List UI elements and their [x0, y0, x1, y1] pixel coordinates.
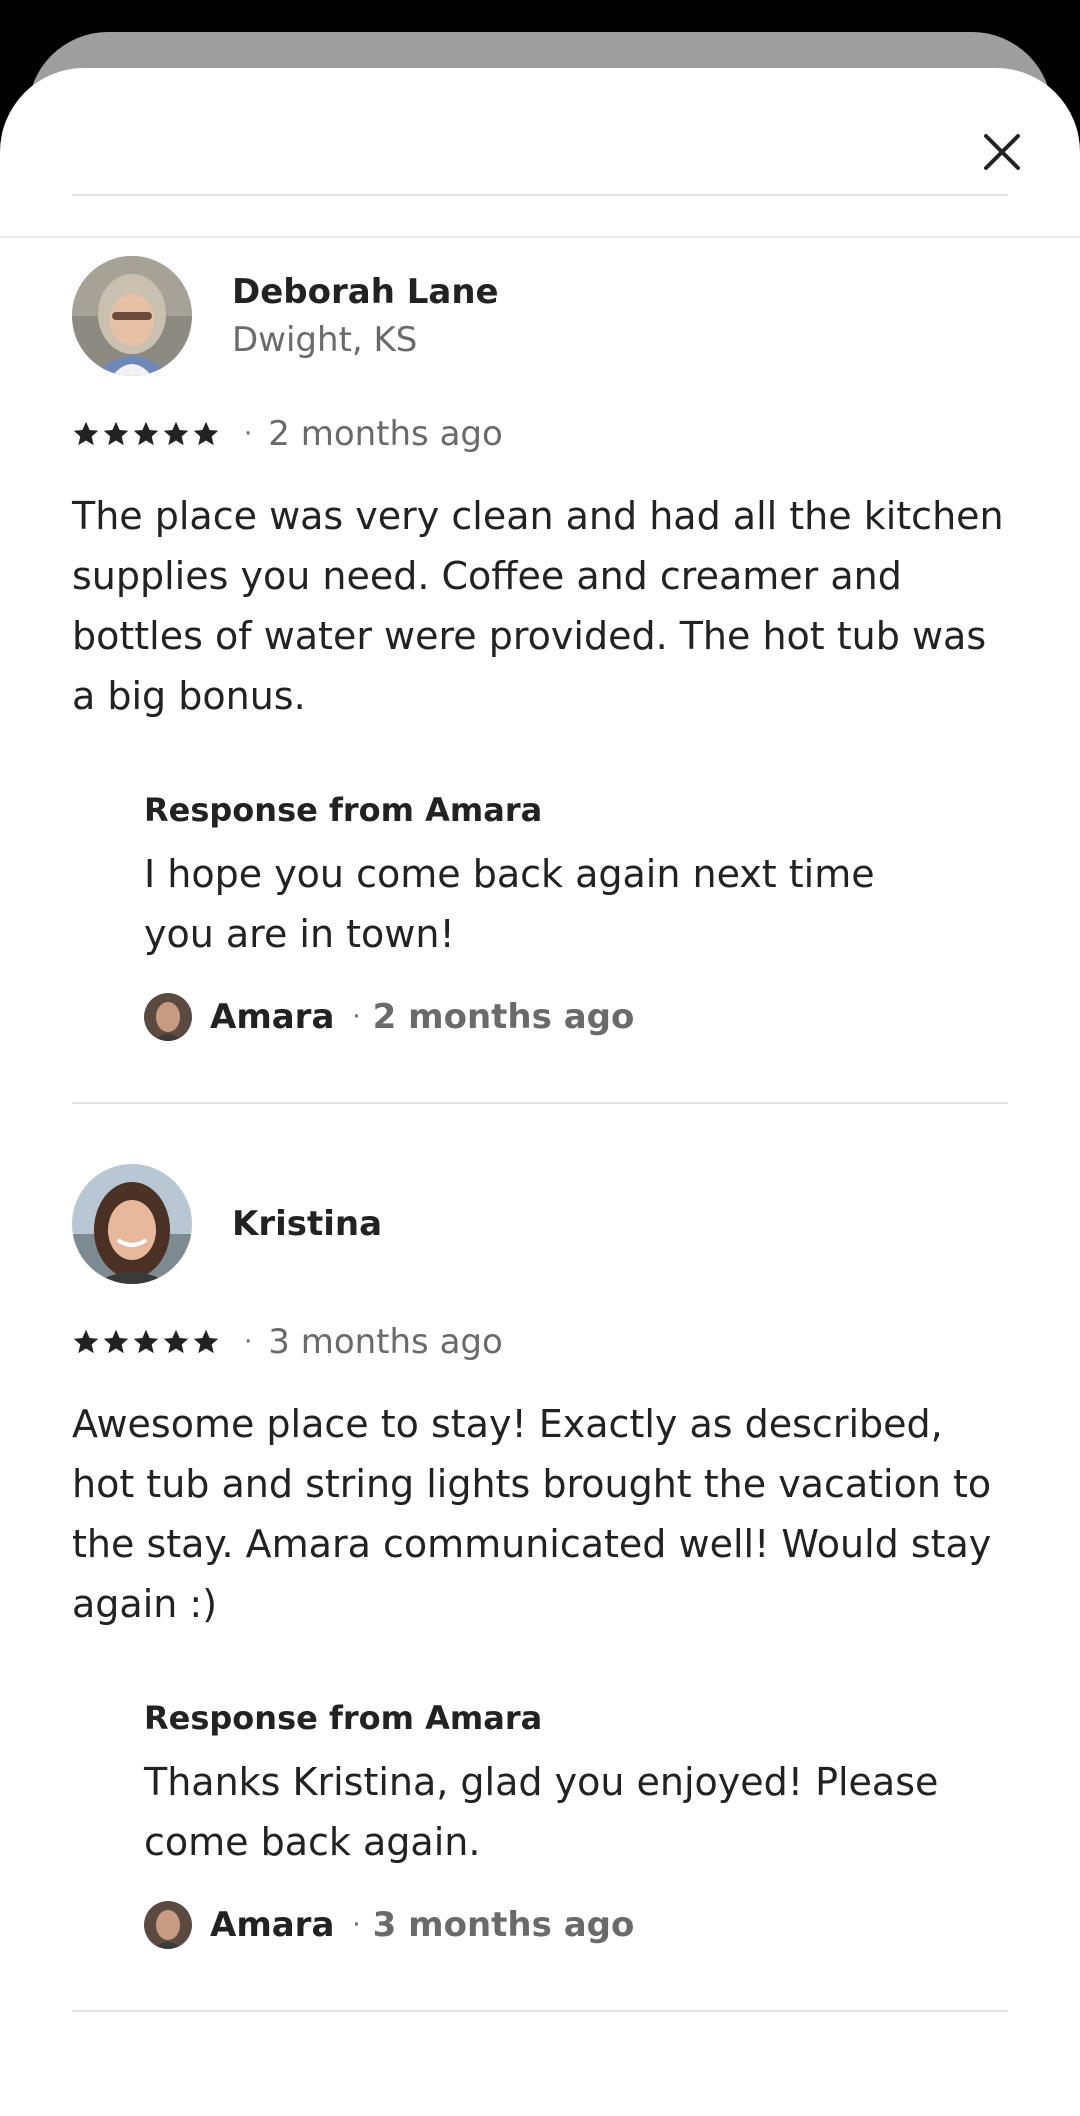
- rating-row: · 3 months ago: [72, 1320, 1008, 1364]
- host-row: Amara · 3 months ago: [144, 1900, 1008, 1950]
- review-date: 2 months ago: [268, 414, 503, 454]
- reviewer-location: Dwight, KS: [232, 320, 418, 360]
- response-text: Thanks Kristina, glad you enjoyed! Pleas…: [144, 1760, 939, 1864]
- star-icon: [73, 421, 99, 446]
- star-icon: [193, 421, 219, 446]
- reviewer-info: Deborah Lane Dwight, KS: [232, 269, 499, 363]
- host-row: Amara · 2 months ago: [144, 992, 1008, 1042]
- avatar[interactable]: [72, 256, 192, 376]
- reviewer-name: Kristina: [232, 1204, 383, 1244]
- host-response: Response from Amara Thanks Kristina, gla…: [144, 1696, 1008, 1950]
- separator-dot: ·: [244, 1327, 253, 1357]
- star-icon: [73, 1329, 99, 1354]
- star-icon: [103, 1329, 129, 1354]
- review-text: The place was very clean and had all the…: [72, 494, 1004, 718]
- star-rating: [72, 420, 220, 448]
- separator-dot: ·: [244, 419, 253, 449]
- star-icon: [163, 1329, 189, 1354]
- response-date: 2 months ago: [372, 997, 635, 1037]
- separator-dot: ·: [352, 1910, 361, 1940]
- reviews-list[interactable]: Deborah Lane Dwight, KS · 2 months ago T…: [72, 194, 1008, 2012]
- review-date: 3 months ago: [268, 1322, 503, 1362]
- reviewer-name: Deborah Lane: [232, 272, 499, 312]
- rating-row: · 2 months ago: [72, 412, 1008, 456]
- review-item: Kristina · 3 months ago Awesome place to…: [72, 1104, 1008, 2012]
- response-title: Response from Amara: [144, 1699, 543, 1737]
- star-icon: [133, 1329, 159, 1354]
- star-icon: [193, 1329, 219, 1354]
- reviewer: Deborah Lane Dwight, KS: [72, 256, 1008, 376]
- host-avatar[interactable]: [144, 993, 192, 1041]
- close-button[interactable]: [968, 118, 1036, 186]
- star-icon: [133, 421, 159, 446]
- response-text: I hope you come back again next time you…: [144, 852, 875, 956]
- host-name: Amara: [210, 1905, 335, 1945]
- avatar[interactable]: [72, 1164, 192, 1284]
- reviewer: Kristina: [72, 1164, 1008, 1284]
- review-text: Awesome place to stay! Exactly as descri…: [72, 1402, 992, 1626]
- response-title: Response from Amara: [144, 791, 543, 829]
- reviewer-info: Kristina: [232, 1201, 382, 1247]
- response-date: 3 months ago: [372, 1905, 635, 1945]
- review-item: Deborah Lane Dwight, KS · 2 months ago T…: [72, 196, 1008, 1104]
- close-icon: [984, 134, 1020, 170]
- star-rating: [72, 1328, 220, 1356]
- separator-dot: ·: [352, 1002, 361, 1032]
- host-response: Response from Amara I hope you come back…: [144, 788, 1008, 1042]
- host-name: Amara: [210, 997, 335, 1037]
- star-icon: [163, 421, 189, 446]
- host-avatar[interactable]: [144, 1901, 192, 1949]
- star-icon: [103, 421, 129, 446]
